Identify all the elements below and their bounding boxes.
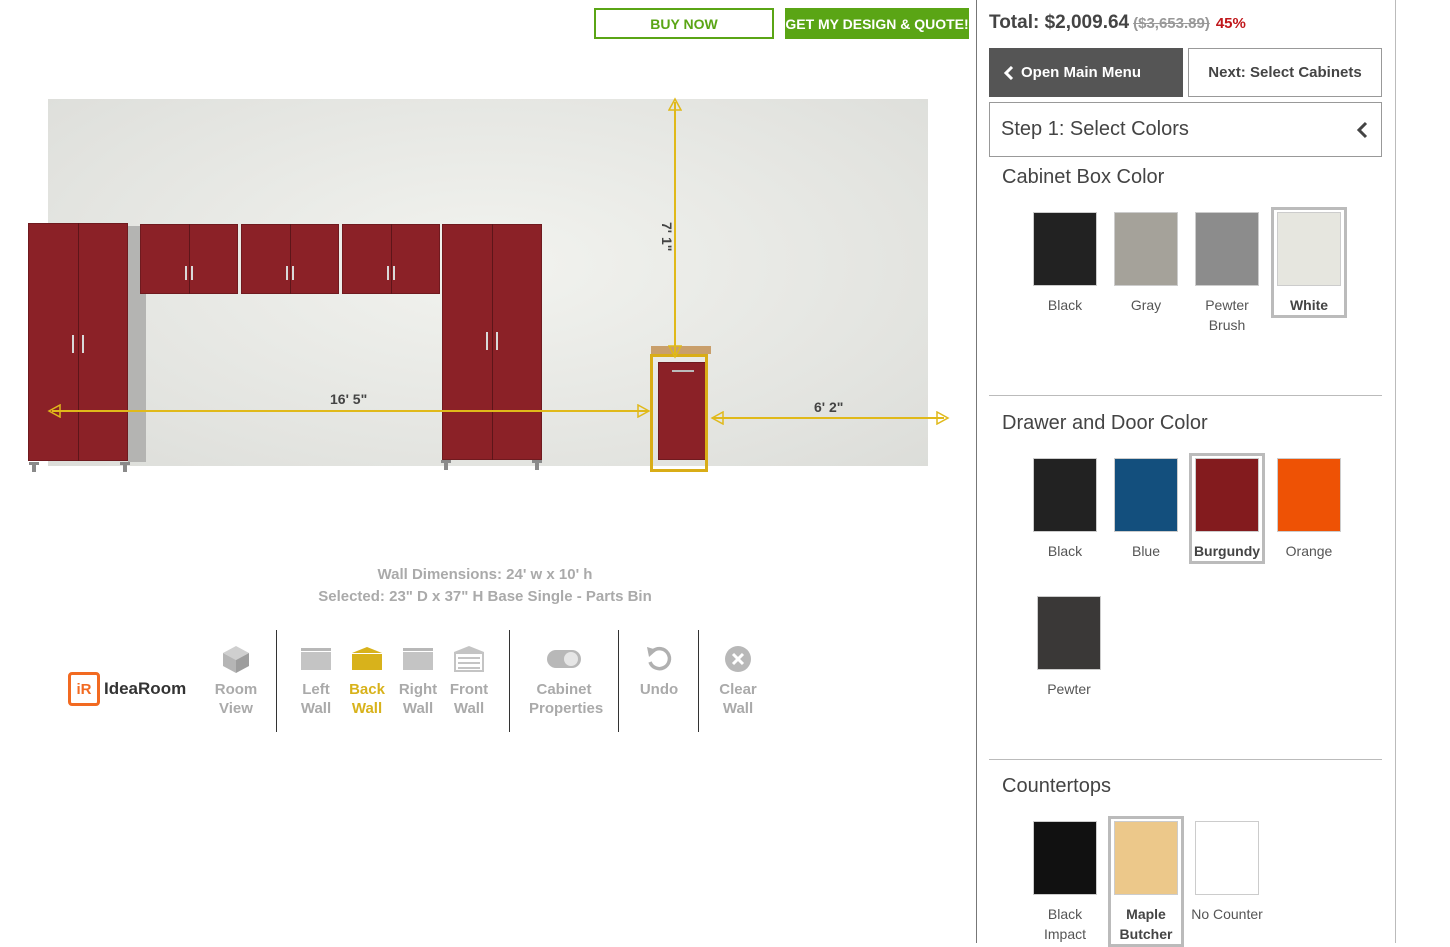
toggle-icon	[547, 650, 581, 668]
countertop-swatch-black-impact[interactable]: Black Impact	[1027, 816, 1103, 944]
door-color-chip	[1033, 458, 1097, 532]
room-view-button[interactable]: Room View	[209, 642, 263, 718]
chevron-left-icon	[1003, 65, 1014, 80]
step-title: Step 1: Select Colors	[1001, 118, 1189, 140]
box-color-label: Pewter Brush	[1205, 297, 1249, 333]
section-divider	[989, 759, 1382, 760]
selected-item-text: Selected: 23" D x 37" H Base Single - Pa…	[318, 588, 652, 605]
open-main-menu-button[interactable]: Open Main Menu	[989, 48, 1183, 97]
door-color-label: Pewter	[1047, 681, 1091, 697]
toolbar-separator	[509, 630, 510, 732]
box-color-label: Gray	[1130, 297, 1162, 313]
get-quote-button[interactable]: GET MY DESIGN & QUOTE!	[785, 8, 969, 39]
countertop-swatch-no-counter[interactable]: No Counter	[1189, 816, 1265, 924]
next-select-cabinets-button[interactable]: Next: Select Cabinets	[1188, 48, 1382, 97]
box-color-chip	[1277, 212, 1341, 286]
height-dim-arrow-top	[668, 97, 682, 111]
chevron-left-icon	[1356, 121, 1368, 138]
door-color-label: Burgundy	[1193, 543, 1261, 559]
box-color-label: Black	[1047, 297, 1083, 313]
section-divider	[989, 395, 1382, 396]
buy-now-button[interactable]: BUY NOW	[594, 8, 774, 39]
door-color-swatch-orange[interactable]: Orange	[1271, 453, 1347, 561]
toolbar-separator	[698, 630, 699, 732]
countertop-chip	[1114, 821, 1178, 895]
height-dimension-label: 7' 1"	[659, 222, 675, 252]
original-price: ($3,653.89)	[1133, 15, 1210, 32]
tall-cabinet-right[interactable]	[442, 224, 542, 460]
right-dim-arrow-left	[710, 411, 724, 425]
door-color-chip	[1195, 458, 1259, 532]
price-total: Total: $2,009.64 ($3,653.89) 45%	[989, 12, 1246, 34]
design-canvas[interactable]: 16' 5" 7' 1" 6' 2"	[0, 90, 970, 490]
wall-cabinet-2[interactable]	[241, 224, 339, 294]
door-color-swatch-burgundy[interactable]: Burgundy	[1189, 453, 1265, 564]
left-wall-button[interactable]: Left Wall	[289, 642, 343, 718]
wall-icon	[301, 648, 331, 670]
door-color-swatch-pewter[interactable]: Pewter	[1031, 591, 1107, 699]
selection-outline	[650, 354, 708, 472]
right-dimension-line	[712, 417, 944, 419]
close-circle-icon	[725, 646, 751, 672]
width-dimension-label: 16' 5"	[330, 391, 368, 407]
door-color-chip	[1037, 596, 1101, 670]
width-dim-arrow-left	[47, 404, 61, 418]
width-dim-arrow-right	[637, 404, 651, 418]
box-color-swatch-pewter-brush[interactable]: Pewter Brush	[1189, 207, 1265, 335]
box-color-title: Cabinet Box Color	[1002, 166, 1165, 188]
clear-wall-button[interactable]: Clear Wall	[711, 642, 765, 718]
total-price: Total: $2,009.64	[989, 12, 1130, 33]
box-color-swatch-white[interactable]: White	[1271, 207, 1347, 318]
panel-edge	[1395, 0, 1396, 943]
door-color-chip	[1277, 458, 1341, 532]
front-wall-button[interactable]: Front Wall	[442, 642, 496, 718]
right-wall-button[interactable]: Right Wall	[391, 642, 445, 718]
countertop-swatch-maple-butcher[interactable]: Maple Butcher	[1108, 816, 1184, 947]
door-color-label: Blue	[1131, 543, 1161, 559]
back-wall-button[interactable]: Back Wall	[340, 642, 394, 718]
wall-icon	[403, 648, 433, 670]
height-dim-arrow-bottom	[668, 345, 682, 359]
tall-cabinet-left[interactable]	[28, 223, 128, 461]
idearoom-logo: iR IdeaRoom	[68, 672, 186, 706]
box-color-chip	[1033, 212, 1097, 286]
toolbar-separator	[276, 630, 277, 732]
cube-icon	[223, 646, 249, 673]
box-color-chip	[1195, 212, 1259, 286]
toolbar-separator	[618, 630, 619, 732]
countertop-label: Black Impact	[1043, 906, 1086, 942]
undo-button[interactable]: Undo	[632, 642, 686, 699]
door-color-chip	[1114, 458, 1178, 532]
countertops-title: Countertops	[1002, 775, 1111, 797]
door-color-title: Drawer and Door Color	[1002, 412, 1208, 434]
wall-cabinet-1[interactable]	[140, 224, 238, 294]
cabinet-properties-button[interactable]: Cabinet Properties	[529, 642, 603, 718]
door-color-swatch-black[interactable]: Black	[1027, 453, 1103, 561]
step-header[interactable]: Step 1: Select Colors	[989, 102, 1382, 157]
countertop-chip	[1195, 821, 1259, 895]
door-color-swatch-blue[interactable]: Blue	[1108, 453, 1184, 561]
box-color-swatch-gray[interactable]: Gray	[1108, 207, 1184, 315]
box-color-chip	[1114, 212, 1178, 286]
countertop-label: Maple Butcher	[1119, 906, 1173, 942]
garage-door-icon	[454, 646, 484, 672]
discount-percent: 45%	[1215, 15, 1246, 32]
countertop-chip	[1033, 821, 1097, 895]
wall-active-icon	[352, 647, 382, 670]
right-dim-arrow-right	[936, 411, 950, 425]
door-color-label: Orange	[1285, 543, 1333, 559]
box-color-label: White	[1289, 297, 1329, 313]
undo-icon	[647, 646, 672, 671]
countertop-label: No Counter	[1191, 906, 1263, 922]
width-dimension-line	[52, 410, 648, 412]
idearoom-logo-mark: iR	[68, 672, 100, 706]
wall-cabinet-3[interactable]	[342, 224, 440, 294]
panel-divider	[976, 0, 977, 943]
right-dimension-label: 6' 2"	[814, 399, 844, 415]
wall-dimensions-text: Wall Dimensions: 24' w x 10' h	[377, 566, 593, 583]
door-color-label: Black	[1047, 543, 1083, 559]
box-color-swatch-black[interactable]: Black	[1027, 207, 1103, 315]
